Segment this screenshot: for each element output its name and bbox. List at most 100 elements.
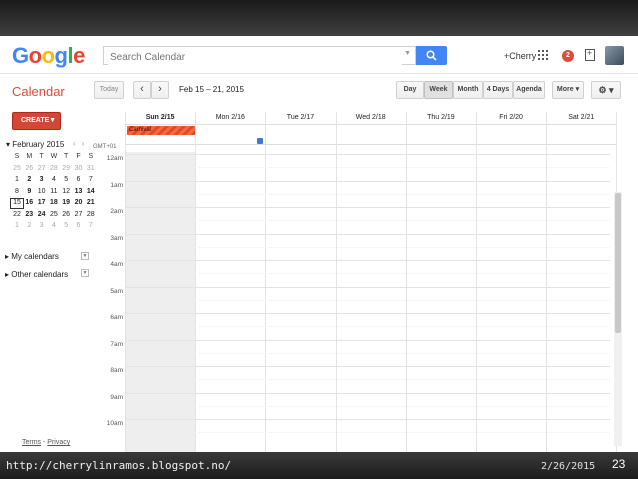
mini-calendar-day[interactable]: 20 <box>73 199 85 206</box>
mini-calendar-day[interactable]: 22 <box>11 211 23 218</box>
mini-calendar-day[interactable]: 11 <box>48 188 60 195</box>
all-day-event[interactable]: Carnival <box>127 126 195 135</box>
apps-grid-icon[interactable] <box>538 50 548 60</box>
chevron-down-icon[interactable]: ▼ <box>49 113 56 129</box>
search-button[interactable] <box>416 46 447 65</box>
mini-calendar-day[interactable]: 16 <box>23 199 35 206</box>
hour-label: 8am <box>110 367 123 374</box>
half-hour-line <box>125 352 610 354</box>
mini-calendar-nav: ‹› <box>73 139 90 148</box>
mini-calendar-day[interactable]: 27 <box>36 165 48 172</box>
view-agenda-button[interactable]: Agenda <box>513 81 545 99</box>
mini-calendar-day[interactable]: 24 <box>36 211 48 218</box>
mini-calendar-day[interactable]: 26 <box>60 211 72 218</box>
week-grid: GMT+01 Carnival Sun 2/15 Mon 2/16 Tue 2/17… <box>93 112 618 452</box>
scrollbar-thumb[interactable] <box>615 193 621 333</box>
view-month-button[interactable]: Month <box>453 81 483 99</box>
mini-calendar-day[interactable]: 2 <box>23 176 35 183</box>
mini-calendar-day[interactable]: 6 <box>73 176 85 183</box>
mini-calendar-day[interactable]: 27 <box>73 211 85 218</box>
chevron-left-icon[interactable]: ‹ <box>73 139 82 148</box>
today-button[interactable]: Today <box>94 81 124 99</box>
hour-label: 12am <box>106 155 123 162</box>
privacy-link[interactable]: Privacy <box>47 439 70 446</box>
weekday-header: T <box>39 153 44 160</box>
mini-calendar-day[interactable]: 3 <box>36 176 48 183</box>
day-column-divider <box>125 112 126 452</box>
google-logo[interactable]: Google <box>12 43 85 69</box>
mini-calendar-day[interactable]: 6 <box>73 222 85 229</box>
day-header[interactable]: Mon 2/16 <box>195 112 265 124</box>
event-count-badge[interactable] <box>257 138 263 144</box>
mini-calendar-day[interactable]: 29 <box>60 165 72 172</box>
mini-calendar-day[interactable]: 19 <box>60 199 72 206</box>
search-input[interactable] <box>108 49 402 66</box>
logo-letter: o <box>41 43 55 68</box>
mini-calendar-day[interactable]: 26 <box>23 165 35 172</box>
half-hour-line <box>125 273 610 275</box>
mini-calendar-day[interactable]: 23 <box>23 211 35 218</box>
avatar[interactable] <box>605 46 624 65</box>
weekday-header: M <box>26 153 33 160</box>
share-icon[interactable] <box>585 48 595 61</box>
settings-button[interactable]: ⚙ ▾ <box>591 81 621 99</box>
mini-calendar-day[interactable]: 17 <box>36 199 48 206</box>
mini-calendar-day[interactable]: 10 <box>36 188 48 195</box>
mini-calendar-day[interactable]: 3 <box>36 222 48 229</box>
hour-line <box>125 207 610 208</box>
day-column-divider <box>546 112 548 452</box>
next-button[interactable]: › <box>151 81 169 99</box>
chevron-right-icon[interactable]: › <box>82 139 91 148</box>
header-divider <box>0 73 638 74</box>
mini-calendar-day[interactable]: 2 <box>23 222 35 229</box>
mini-calendar-day[interactable]: 25 <box>11 165 23 172</box>
mini-calendar-day[interactable]: 1 <box>11 222 23 229</box>
mini-calendar-day[interactable]: 9 <box>23 188 35 195</box>
view-week-button[interactable]: Week <box>424 81 453 99</box>
terms-link[interactable]: Terms <box>22 439 41 446</box>
more-button[interactable]: More ▾ <box>552 81 584 99</box>
view-day-button[interactable]: Day <box>396 81 424 99</box>
other-calendars-toggle[interactable]: ▸ Other calendars <box>5 270 68 279</box>
my-calendars-toggle[interactable]: ▸ My calendars <box>5 252 59 261</box>
mini-calendar-day[interactable]: 5 <box>60 176 72 183</box>
search-options-caret-icon[interactable]: ▼ <box>404 50 411 57</box>
day-header[interactable]: Sat 2/21 <box>546 112 616 124</box>
other-calendars-menu-icon[interactable]: ▼ <box>81 269 89 277</box>
weekday-header: F <box>76 153 81 160</box>
mini-calendar-day[interactable]: 5 <box>60 222 72 229</box>
mini-calendar-day[interactable]: 12 <box>60 188 72 195</box>
hour-label: 2am <box>110 208 123 215</box>
all-day-row[interactable] <box>125 124 617 145</box>
day-header[interactable]: Tue 2/17 <box>265 112 335 124</box>
user-profile-link[interactable]: +Cherry <box>504 51 536 61</box>
mini-calendar-day[interactable]: 28 <box>48 165 60 172</box>
hour-label: 5am <box>110 287 123 295</box>
mini-calendar-day[interactable]: 25 <box>48 211 60 218</box>
hour-label: 7am <box>110 340 123 348</box>
hour-line <box>125 339 610 341</box>
mini-calendar-day[interactable]: 30 <box>73 165 85 172</box>
mini-calendar-day[interactable]: 4 <box>48 222 60 229</box>
hour-line <box>125 313 610 314</box>
half-hour-line <box>125 167 610 169</box>
prev-button[interactable]: ‹ <box>133 81 151 99</box>
mini-calendar-day[interactable]: 18 <box>48 199 60 206</box>
mini-calendar-day[interactable]: 13 <box>73 188 85 195</box>
notifications-badge[interactable]: 2 <box>562 50 574 62</box>
mini-calendar-title[interactable]: ▾ February 2015 <box>6 140 64 149</box>
search-box: ▼ <box>103 46 416 66</box>
day-header[interactable]: Sun 2/15 <box>125 112 195 124</box>
my-calendars-menu-icon[interactable]: ▼ <box>81 252 89 260</box>
mini-calendar-day[interactable]: 4 <box>48 176 60 183</box>
hour-line <box>125 180 610 182</box>
create-button[interactable]: CREATE ▼ <box>12 112 61 130</box>
mini-calendar-day[interactable]: 8 <box>11 188 23 195</box>
mini-calendar-day[interactable]: 1 <box>11 176 23 183</box>
half-hour-line <box>125 432 610 434</box>
day-header[interactable]: Wed 2/18 <box>336 112 406 124</box>
day-header[interactable]: Thu 2/19 <box>406 112 476 124</box>
day-header[interactable]: Fri 2/20 <box>476 112 546 124</box>
footer-url: http://cherrylinramos.blogspot.no/ <box>6 459 232 472</box>
view-4days-button[interactable]: 4 Days <box>483 81 513 99</box>
